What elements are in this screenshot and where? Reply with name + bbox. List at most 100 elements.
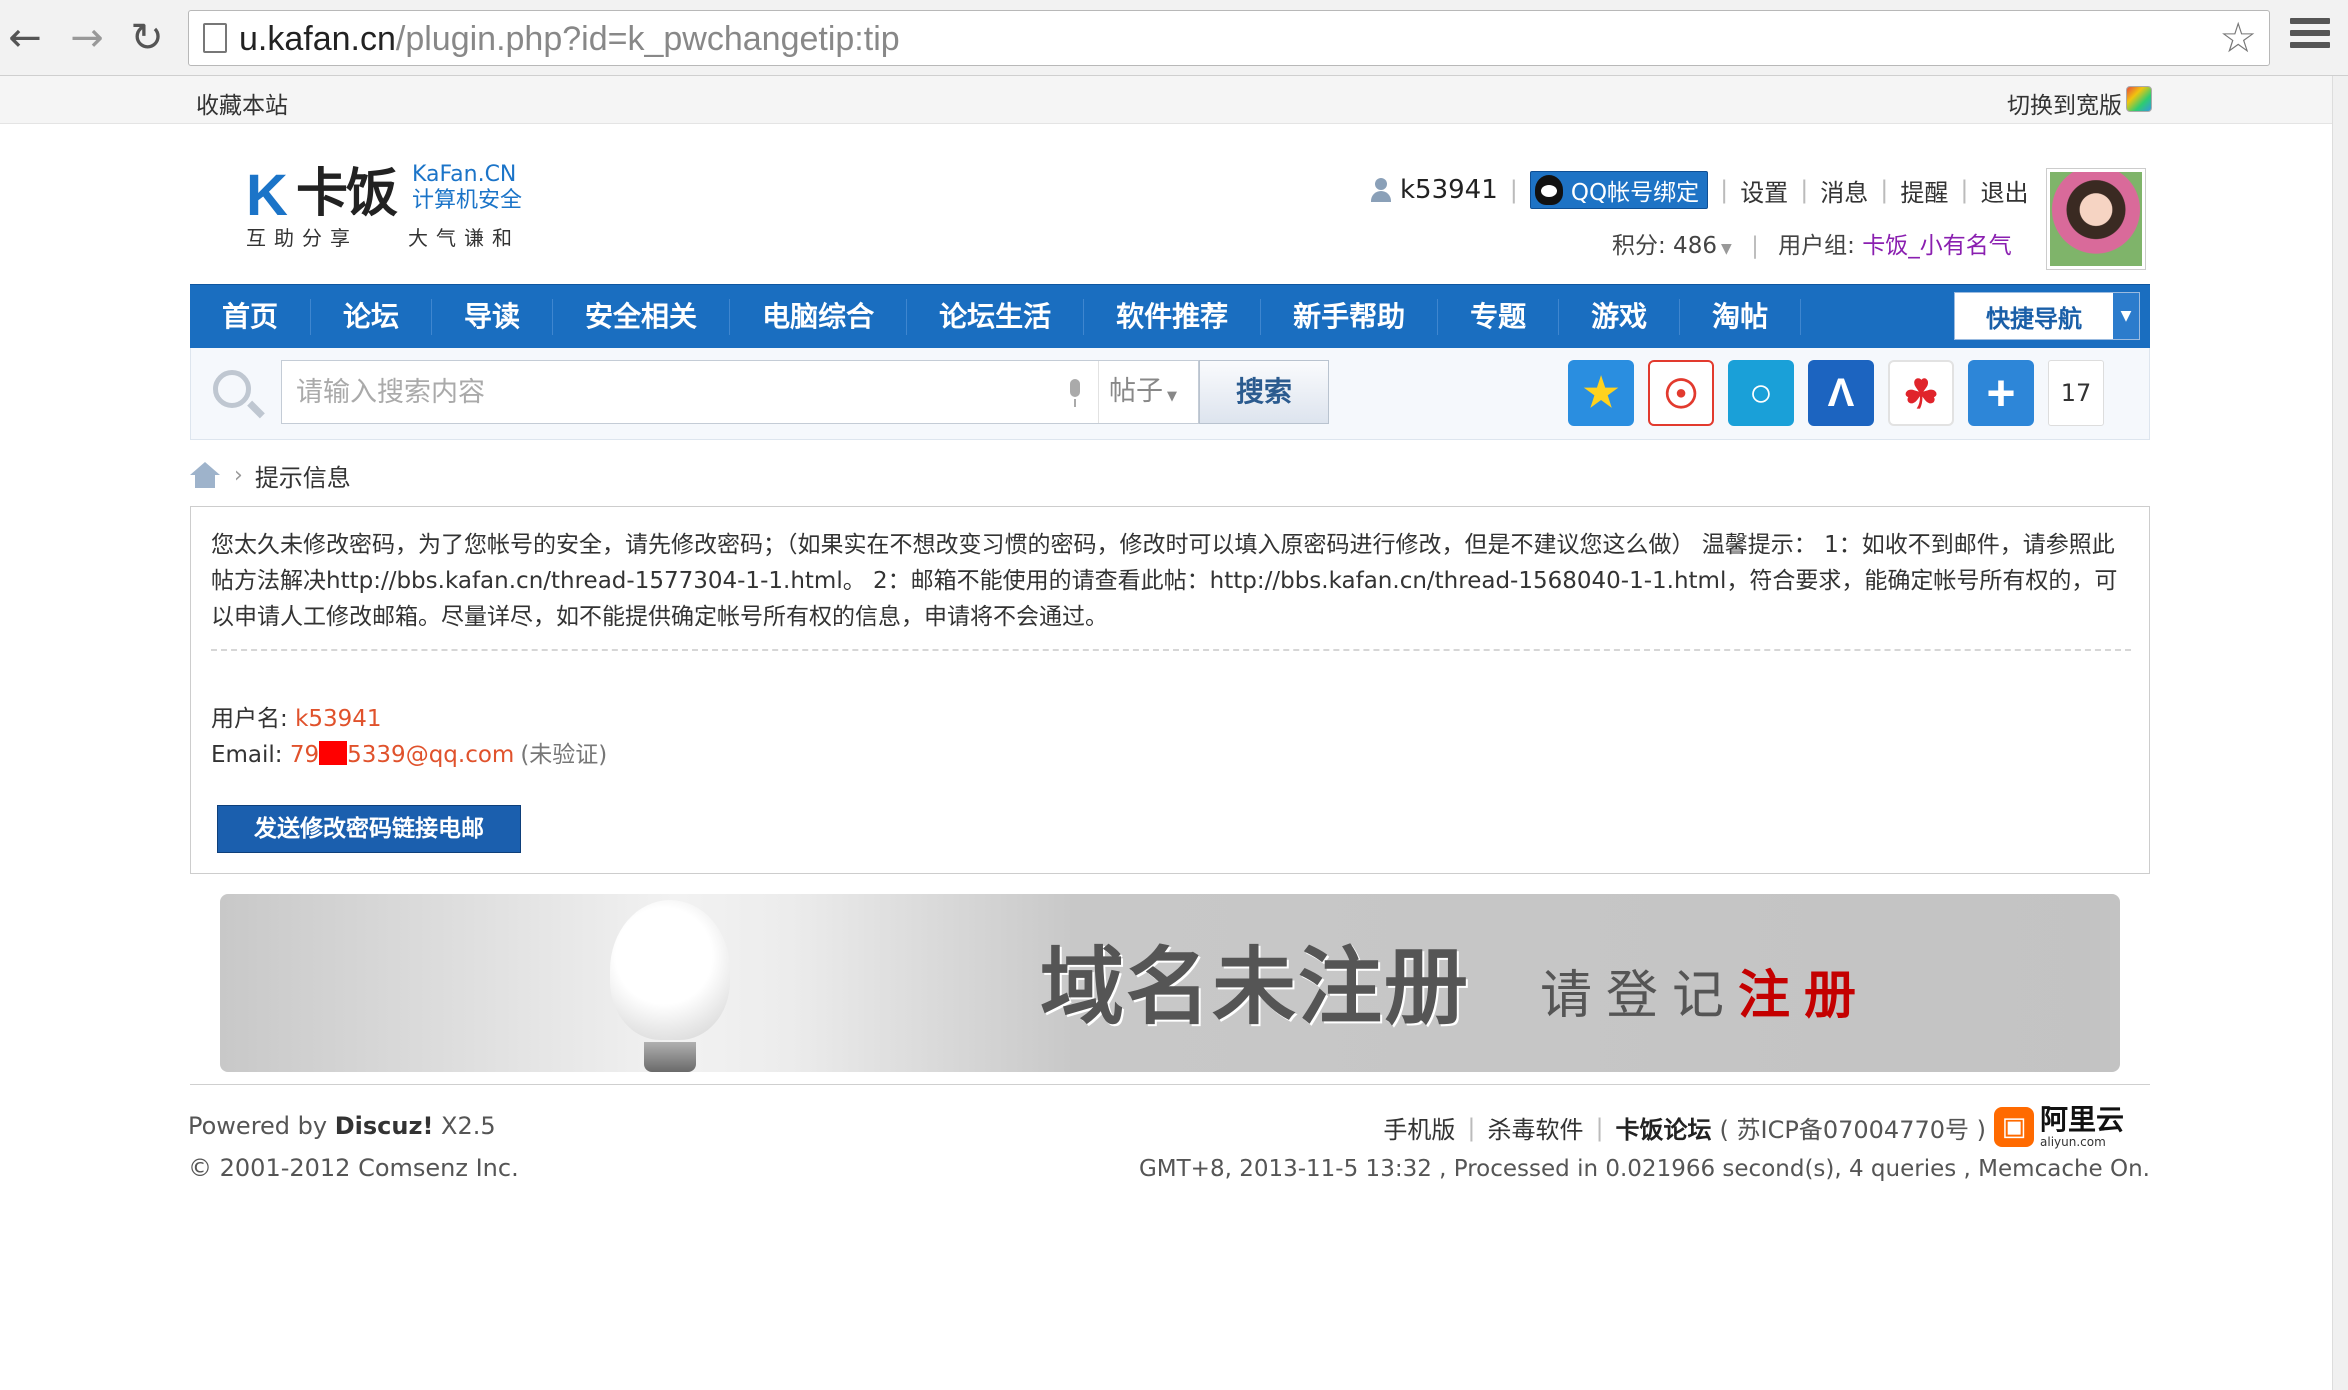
points-link[interactable]: 积分: 486 bbox=[1612, 233, 1717, 259]
banner-headline: 域名未注册 bbox=[1040, 938, 1471, 1036]
logo-en-sub: 计算机安全 bbox=[412, 188, 523, 213]
chevron-down-icon[interactable]: ▼ bbox=[2113, 293, 2139, 339]
separator: | bbox=[1509, 176, 1518, 204]
qzone-icon[interactable]: ★ bbox=[1568, 360, 1634, 426]
message-box: 您太久未修改密码，为了您帐号的安全，请先修改密码；（如果实在不想改变习惯的密码，… bbox=[190, 506, 2150, 874]
nav-item-games[interactable]: 游戏 bbox=[1559, 299, 1681, 335]
search-box: 帖子 ▼ bbox=[281, 360, 1199, 424]
favorite-site-link[interactable]: 收藏本站 bbox=[196, 86, 288, 120]
footer-link-antivirus[interactable]: 杀毒软件 bbox=[1487, 1110, 1583, 1145]
chevron-right-icon: › bbox=[234, 462, 243, 488]
tencent-weibo-icon[interactable]: ○ bbox=[1728, 360, 1794, 426]
site-logo[interactable]: K 卡饭 KaFan.CN 计算机安全 互助分享 大气谦和 bbox=[244, 160, 544, 250]
renren-icon[interactable]: Λ bbox=[1808, 360, 1874, 426]
send-reset-email-button[interactable]: 发送修改密码链接电邮 bbox=[217, 805, 521, 853]
browser-menu-icon[interactable] bbox=[2290, 18, 2330, 58]
url-text[interactable]: u.kafan.cn/plugin.php?id=k_pwchangetip:t… bbox=[239, 19, 900, 59]
footer-stats: GMT+8, 2013-11-5 13:32 , Processed in 0.… bbox=[1138, 1156, 2150, 1182]
logo-tagline-right: 大气谦和 bbox=[408, 226, 520, 250]
copyright: © 2001-2012 Comsenz Inc. bbox=[188, 1154, 519, 1182]
back-arrow-icon[interactable]: ← bbox=[2, 14, 48, 62]
divider bbox=[211, 649, 2131, 651]
aliyun-icon: ▣ bbox=[1994, 1107, 2034, 1147]
separator: | bbox=[1960, 176, 1969, 204]
username-link[interactable]: k53941 bbox=[1400, 175, 1498, 205]
chevron-down-icon[interactable]: ▼ bbox=[1721, 241, 1732, 257]
footer-link-mobile[interactable]: 手机版 bbox=[1383, 1110, 1455, 1145]
group-label: 用户组: bbox=[1778, 233, 1863, 259]
email-unverified-note: (未验证) bbox=[520, 742, 608, 768]
search-input[interactable] bbox=[282, 361, 1062, 423]
reload-icon[interactable]: ↻ bbox=[124, 14, 170, 62]
aliyun-logo[interactable]: ▣ 阿里云 aliyun.com bbox=[1994, 1104, 2134, 1150]
banner-sub-red: 注册 bbox=[1738, 966, 1871, 1026]
nav-item-life[interactable]: 论坛生活 bbox=[907, 299, 1085, 335]
nav-item-home[interactable]: 首页 bbox=[190, 299, 312, 335]
separator: | bbox=[1800, 176, 1809, 204]
settings-link[interactable]: 设置 bbox=[1740, 173, 1788, 208]
powered-by: Powered by Discuz! X2.5 bbox=[188, 1112, 496, 1140]
breadcrumb-current: 提示信息 bbox=[254, 463, 351, 492]
search-type-select[interactable]: 帖子 ▼ bbox=[1098, 361, 1177, 423]
nav-item-topics[interactable]: 专题 bbox=[1438, 299, 1560, 335]
qq-bind-button[interactable]: QQ帐号绑定 bbox=[1529, 171, 1709, 209]
logo-en: KaFan.CN bbox=[412, 162, 517, 187]
nav-item-collections[interactable]: 淘帖 bbox=[1680, 299, 1802, 335]
separator: | bbox=[1751, 233, 1759, 259]
logo-name: 卡饭 bbox=[296, 164, 398, 224]
home-icon[interactable] bbox=[190, 462, 220, 488]
quick-nav-button[interactable]: 快捷导航 ▼ bbox=[1954, 292, 2140, 340]
powered-version: X2.5 bbox=[433, 1112, 496, 1140]
bookmark-star-icon[interactable]: ☆ bbox=[2219, 15, 2257, 61]
share-icons: ★ ☉ ○ Λ ☘ + 17 bbox=[1568, 360, 2104, 426]
qq-penguin-icon bbox=[1534, 175, 1563, 205]
user-icon bbox=[1370, 178, 1392, 202]
search-button[interactable]: 搜索 bbox=[1199, 360, 1329, 424]
nav-item-software[interactable]: 软件推荐 bbox=[1084, 299, 1262, 335]
lightbulb-icon bbox=[610, 894, 730, 1072]
breadcrumb: › 提示信息 bbox=[190, 458, 351, 492]
vertical-scrollbar[interactable] bbox=[2332, 76, 2348, 1390]
switch-wide-icon[interactable] bbox=[2126, 86, 2152, 112]
chevron-down-icon: ▼ bbox=[1167, 389, 1177, 404]
kaixin-icon[interactable]: ☘ bbox=[1888, 360, 1954, 426]
nav-item-computer[interactable]: 电脑综合 bbox=[730, 299, 908, 335]
separator: | bbox=[1595, 1113, 1604, 1142]
qq-bind-label: QQ帐号绑定 bbox=[1570, 180, 1700, 206]
logout-link[interactable]: 退出 bbox=[1980, 173, 2028, 208]
forward-arrow-icon[interactable]: → bbox=[64, 14, 110, 62]
footer-divider bbox=[190, 1084, 2150, 1085]
banner-subline: 请登记注册 bbox=[1540, 966, 1870, 1026]
banner-sub-plain: 请登记 bbox=[1540, 966, 1739, 1026]
logo-tagline-left: 互助分享 bbox=[246, 226, 358, 250]
weibo-icon[interactable]: ☉ bbox=[1648, 360, 1714, 426]
avatar[interactable] bbox=[2046, 168, 2146, 270]
redaction-block bbox=[319, 741, 348, 765]
nav-item-security[interactable]: 安全相关 bbox=[553, 299, 731, 335]
nav-item-guide[interactable]: 导读 bbox=[432, 299, 554, 335]
aliyun-name: 阿里云 bbox=[2040, 1103, 2125, 1136]
nav-item-newbie-help[interactable]: 新手帮助 bbox=[1261, 299, 1439, 335]
email-label: Email: bbox=[211, 742, 290, 768]
site-topbar: 收藏本站 切换到宽版 bbox=[0, 76, 2332, 124]
main-nav: 首页 论坛 导读 安全相关 电脑综合 论坛生活 软件推荐 新手帮助 专题 游戏 … bbox=[190, 284, 2150, 348]
username-label: 用户名: bbox=[211, 706, 296, 732]
logo-k-mark: K bbox=[246, 163, 288, 228]
search-type-label: 帖子 bbox=[1109, 376, 1163, 407]
switch-wide-link[interactable]: 切换到宽版 bbox=[2007, 86, 2122, 120]
domain-unregistered-banner[interactable]: 域名未注册 请登记注册 bbox=[220, 894, 2120, 1072]
email-prefix: 79 bbox=[289, 742, 320, 768]
add-more-icon[interactable]: + bbox=[1968, 360, 2034, 426]
group-link[interactable]: 卡饭_小有名气 bbox=[1862, 233, 2012, 259]
discuz-link[interactable]: Discuz! bbox=[335, 1112, 434, 1140]
address-bar[interactable]: u.kafan.cn/plugin.php?id=k_pwchangetip:t… bbox=[188, 10, 2270, 66]
microphone-icon[interactable] bbox=[1066, 379, 1084, 407]
footer-site-name[interactable]: 卡饭论坛 bbox=[1616, 1110, 1712, 1145]
messages-link[interactable]: 消息 bbox=[1820, 173, 1868, 208]
notifications-link[interactable]: 提醒 bbox=[1900, 173, 1948, 208]
nav-item-forum[interactable]: 论坛 bbox=[311, 299, 433, 335]
avatar-image bbox=[2050, 172, 2142, 266]
search-icon bbox=[209, 366, 265, 422]
footer-icp[interactable]: ( 苏ICP备07004770号 ) bbox=[1720, 1110, 1986, 1145]
powered-prefix: Powered by bbox=[188, 1112, 335, 1140]
